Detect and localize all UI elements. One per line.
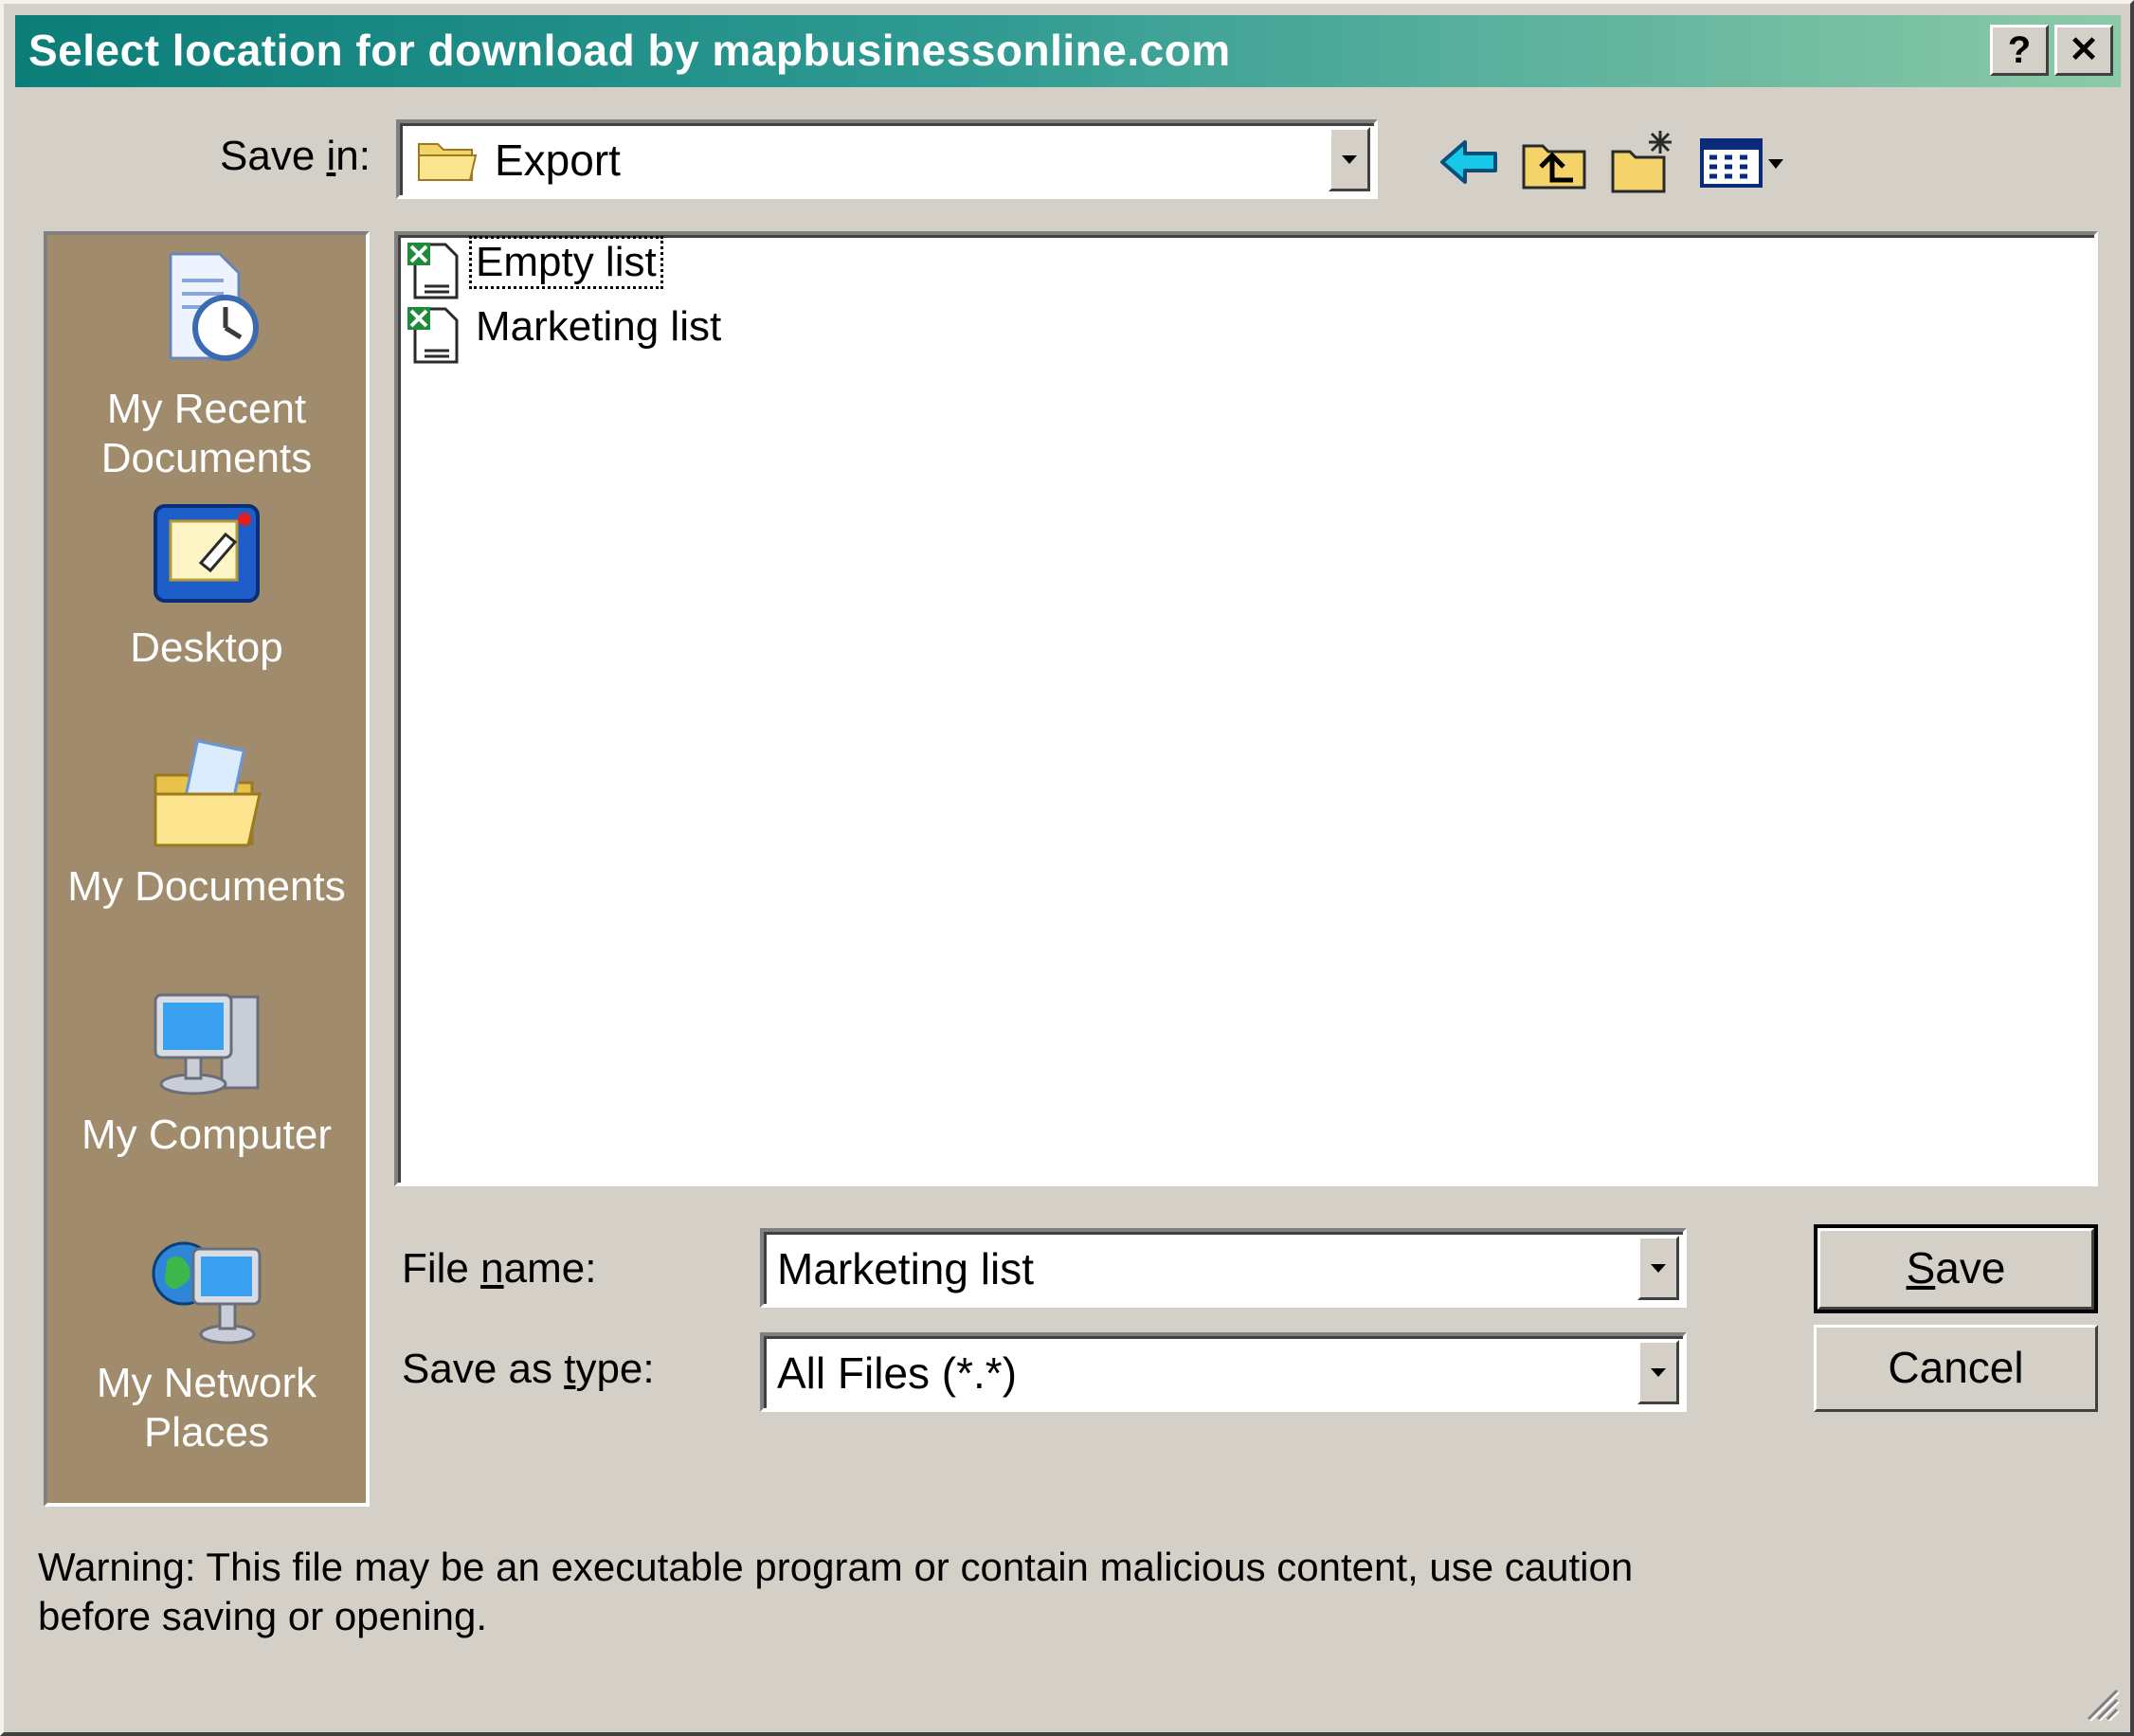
excel-file-icon (407, 307, 459, 364)
file-name-value: Marketing list (777, 1244, 1034, 1293)
excel-file-icon (407, 243, 459, 299)
file-name-label: File name: (402, 1245, 597, 1292)
file-name-input[interactable]: Marketing list (760, 1228, 1687, 1308)
place-label: Desktop (130, 624, 283, 671)
save-as-type-dropdown-button[interactable] (1637, 1340, 1679, 1404)
view-menu-icon[interactable] (1696, 125, 1787, 199)
file-name-label: Empty list (469, 236, 663, 289)
place-label: My Computer (81, 1112, 333, 1158)
place-label: My Recent Documents (100, 386, 313, 481)
title-bar[interactable]: Select location for download by mapbusin… (15, 15, 2121, 87)
save-in-dropdown-button[interactable] (1329, 127, 1370, 191)
close-button[interactable]: ✕ (2054, 25, 2113, 76)
help-button[interactable]: ? (1990, 25, 2049, 76)
places-bar: My RecentDocuments Desktop My Documents (44, 231, 370, 1507)
place-label: My Documents (67, 863, 346, 910)
network-places-icon (152, 1241, 262, 1345)
file-list[interactable]: Empty list Marketing list (394, 231, 2098, 1186)
save-button[interactable]: Save (1818, 1228, 2094, 1310)
new-folder-icon[interactable] (1607, 125, 1681, 199)
save-in-value: Export (495, 136, 621, 185)
resize-grip-icon[interactable] (2083, 1685, 2121, 1723)
desktop-icon (154, 504, 260, 603)
cancel-button[interactable]: Cancel (1814, 1325, 2098, 1412)
save-as-type-value: All Files (*.*) (777, 1348, 1018, 1398)
folder-icon (418, 143, 478, 181)
recent-documents-icon (169, 252, 259, 361)
save-dialog: Select location for download by mapbusin… (0, 0, 2134, 1736)
place-label: My Network Places (96, 1360, 317, 1456)
my-documents-icon (154, 739, 262, 847)
save-in-combo[interactable]: Export (396, 119, 1378, 199)
file-name-label: Marketing list (476, 303, 722, 350)
save-as-type-select[interactable]: All Files (*.*) (760, 1332, 1687, 1412)
my-computer-icon (154, 993, 260, 1095)
window-title: Select location for download by mapbusin… (28, 26, 1231, 75)
warning-text: Warning: This file may be an executable … (38, 1545, 1634, 1638)
up-one-level-icon[interactable] (1518, 125, 1592, 199)
save-in-label: Save in: (220, 133, 371, 179)
back-arrow-icon[interactable] (1433, 125, 1507, 199)
file-name-dropdown-button[interactable] (1637, 1236, 1679, 1300)
save-as-type-label: Save as type: (402, 1346, 655, 1392)
